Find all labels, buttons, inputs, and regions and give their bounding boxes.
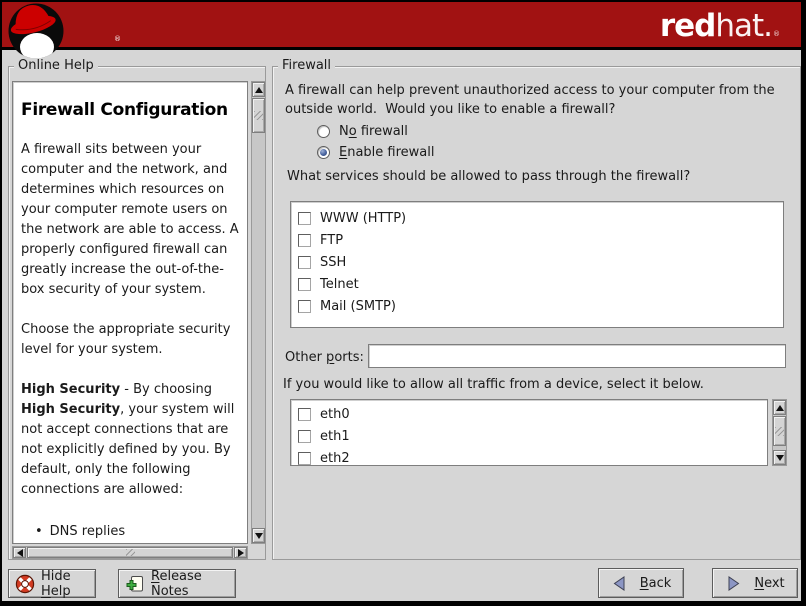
button-label: Release Notes (151, 569, 229, 599)
device-label: eth2 (320, 451, 350, 466)
checkbox[interactable] (298, 452, 311, 465)
checkbox[interactable] (298, 212, 311, 225)
button-label: Back (640, 576, 672, 591)
checkbox[interactable] (298, 256, 311, 269)
service-label: SSH (320, 255, 346, 270)
header-bar: redhat.® ® (2, 2, 801, 50)
right-arrow-icon (238, 549, 244, 557)
checkbox[interactable] (298, 408, 311, 421)
service-label: FTP (320, 233, 343, 248)
checkbox[interactable] (298, 430, 311, 443)
thumb-grip (775, 427, 784, 436)
scroll-up-button[interactable] (773, 400, 786, 415)
service-row-ssh[interactable]: SSH (298, 251, 776, 273)
device-hint-text: If you would like to allow all traffic f… (283, 377, 704, 392)
service-row-ftp[interactable]: FTP (298, 229, 776, 251)
checkbox[interactable] (298, 300, 311, 313)
help-text-area: Firewall Configuration A firewall sits b… (12, 81, 248, 544)
radio-label: No firewall (339, 124, 408, 139)
online-help-panel: Online Help Firewall Configuration A fir… (8, 66, 266, 560)
logo-registered-mark: ® (114, 35, 121, 43)
registered-mark: ® (773, 30, 779, 38)
device-label: eth1 (320, 429, 350, 444)
service-row-mail[interactable]: Mail (SMTP) (298, 295, 776, 317)
scroll-up-button[interactable] (252, 82, 265, 97)
help-paragraph-2: Choose the appropriate security level fo… (21, 320, 239, 360)
service-label: Telnet (320, 277, 359, 292)
left-arrow-icon (17, 549, 23, 557)
help-bullet-item: •DNS replies (35, 522, 239, 542)
services-list: WWW (HTTP) FTP SSH Telnet Mail (SMTP) (290, 201, 784, 328)
help-title: Firewall Configuration (21, 100, 239, 120)
up-arrow-icon (255, 87, 263, 93)
service-row-www[interactable]: WWW (HTTP) (298, 207, 776, 229)
release-notes-icon (125, 574, 145, 594)
help-paragraph-1: A firewall sits between your computer an… (21, 140, 239, 300)
radio-icon-selected[interactable] (317, 146, 330, 159)
redhat-wordmark: redhat.® (660, 8, 779, 52)
life-preserver-icon (15, 574, 35, 594)
wordmark-hat: hat. (715, 8, 772, 44)
help-paragraph-3: High Security - By choosing High Securit… (21, 380, 239, 500)
service-label: WWW (HTTP) (320, 211, 406, 226)
services-question: What services should be allowed to pass … (287, 169, 690, 184)
device-list-scrollbar[interactable] (772, 399, 787, 466)
service-row-telnet[interactable]: Telnet (298, 273, 776, 295)
radio-label: Enable firewall (339, 145, 435, 160)
radio-no-firewall[interactable]: No firewall (317, 121, 408, 141)
back-button[interactable]: Back (598, 568, 684, 598)
scroll-down-button[interactable] (773, 450, 786, 465)
scroll-thumb[interactable] (252, 98, 265, 133)
button-label: Hide Help (41, 569, 89, 599)
scroll-down-button[interactable] (252, 528, 265, 543)
help-horizontal-scrollbar[interactable] (12, 546, 248, 559)
service-label: Mail (SMTP) (320, 299, 396, 314)
thumb-grip (126, 549, 135, 556)
down-arrow-icon (776, 455, 784, 461)
scroll-left-button[interactable] (13, 547, 26, 558)
other-ports-label: Other ports: (285, 350, 364, 365)
help-vertical-scrollbar[interactable] (251, 81, 266, 544)
hide-help-button[interactable]: Hide Help (8, 569, 96, 598)
scroll-thumb[interactable] (773, 416, 786, 446)
installer-window: redhat.® ® Online Help Firewall Configur… (0, 0, 806, 606)
device-row-eth2[interactable]: eth2 (298, 447, 760, 466)
radio-enable-firewall[interactable]: Enable firewall (317, 142, 435, 162)
redhat-shadowman-logo (7, 2, 65, 60)
firewall-panel: Firewall A firewall can help prevent una… (272, 66, 801, 560)
firewall-label: Firewall (278, 58, 335, 73)
up-arrow-icon (776, 405, 784, 411)
release-notes-button[interactable]: Release Notes (118, 569, 236, 598)
scroll-thumb[interactable] (27, 547, 233, 558)
device-list: eth0 eth1 eth2 (290, 399, 768, 466)
device-row-eth1[interactable]: eth1 (298, 425, 760, 447)
checkbox[interactable] (298, 278, 311, 291)
device-label: eth0 (320, 407, 350, 422)
back-arrow-icon (611, 575, 628, 592)
next-arrow-icon (725, 575, 742, 592)
firewall-intro-text: A firewall can help prevent unauthorized… (285, 81, 775, 119)
other-ports-input[interactable] (368, 344, 786, 368)
scroll-right-button[interactable] (234, 547, 247, 558)
down-arrow-icon (255, 533, 263, 539)
checkbox[interactable] (298, 234, 311, 247)
radio-icon[interactable] (317, 125, 330, 138)
button-label: Next (754, 576, 784, 591)
device-row-eth0[interactable]: eth0 (298, 403, 760, 425)
next-button[interactable]: Next (712, 568, 798, 598)
online-help-label: Online Help (14, 58, 98, 73)
thumb-grip (254, 111, 263, 120)
wordmark-red: red (660, 8, 716, 44)
